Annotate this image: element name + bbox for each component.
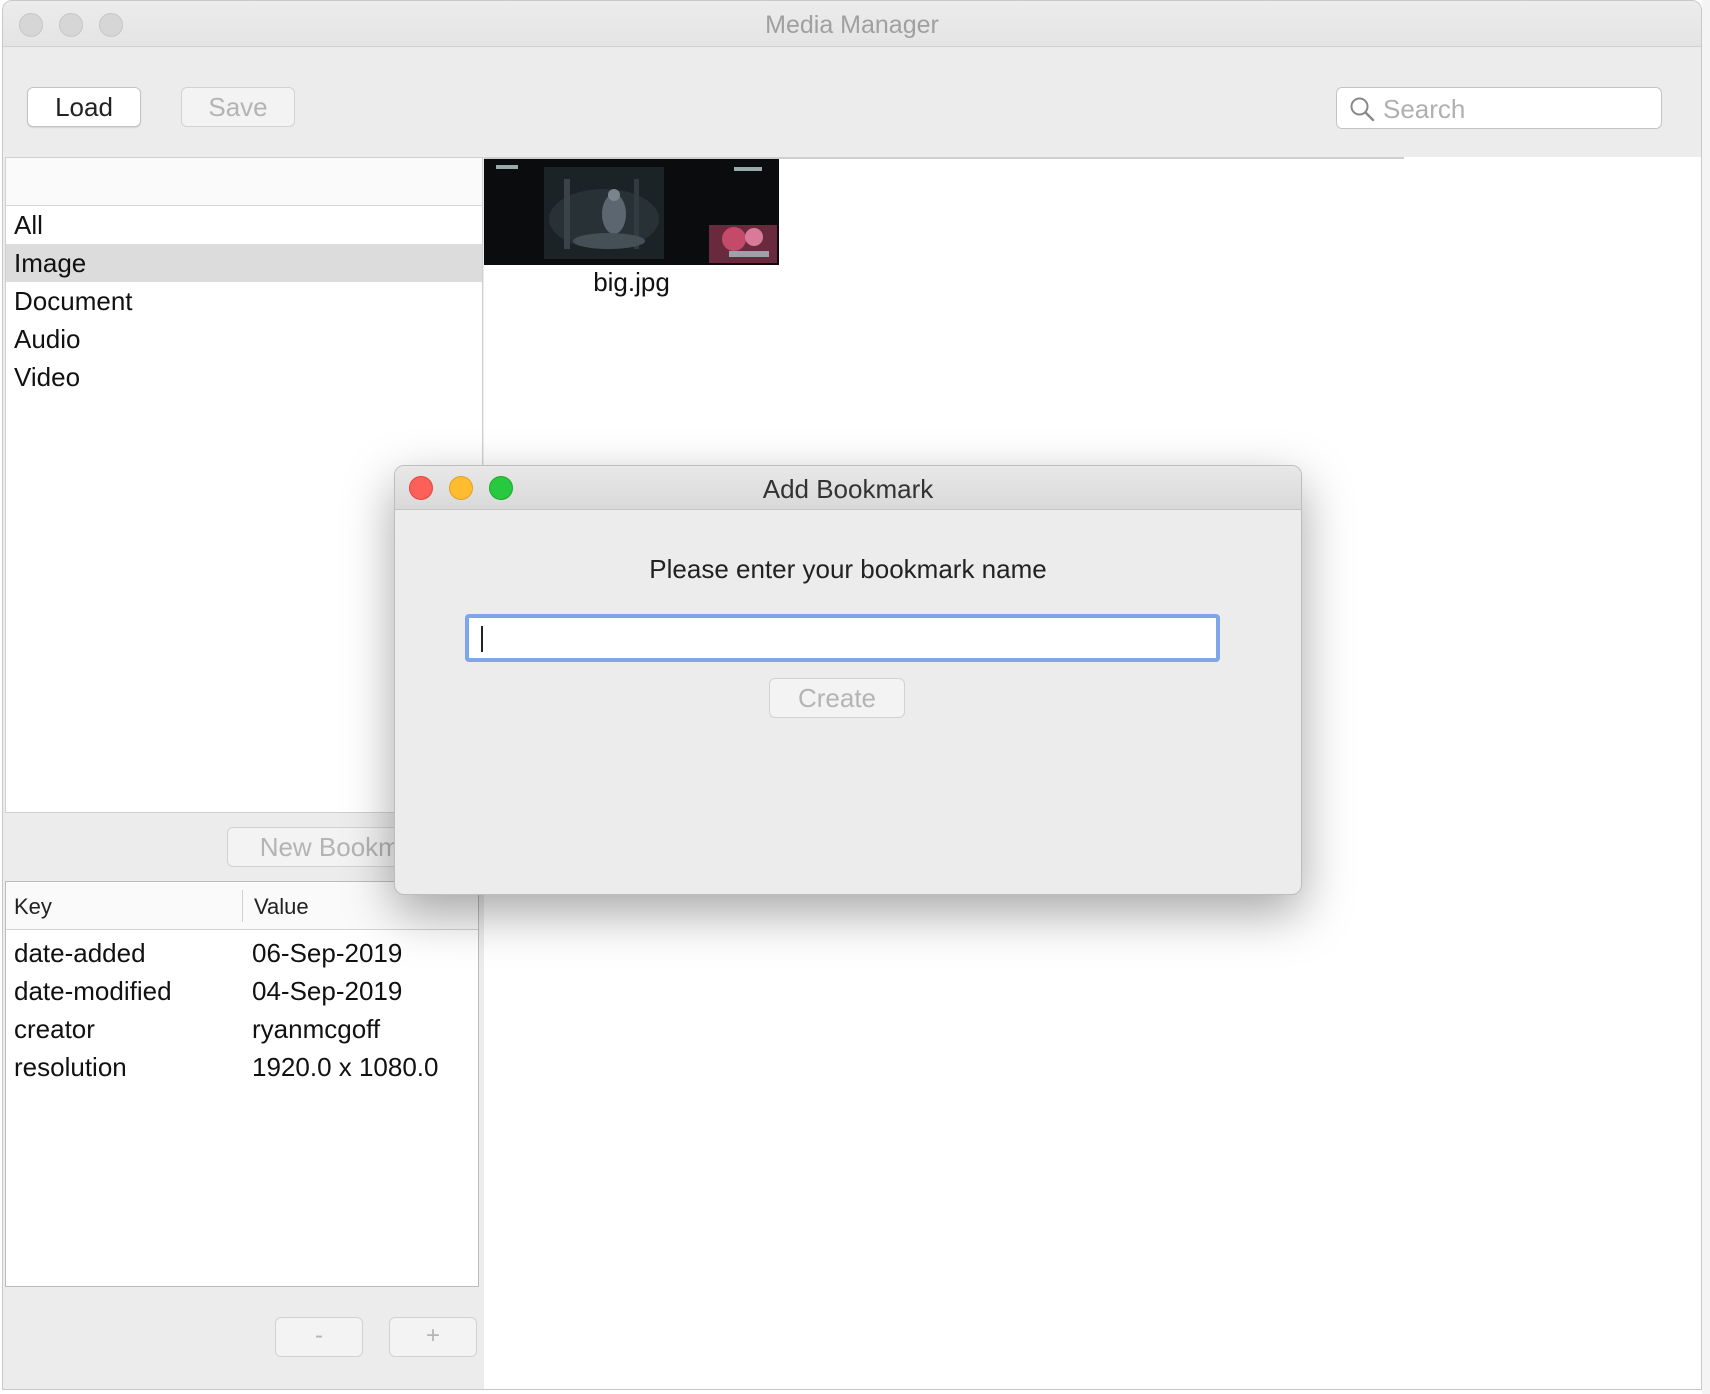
dialog-title: Add Bookmark (762, 474, 934, 504)
create-button[interactable]: Create (769, 678, 905, 718)
properties-table: Key Value date-added 06-Sep-2019 date-modi… (5, 881, 479, 1287)
text-caret (481, 626, 483, 652)
table-row[interactable]: creator ryanmcgoff (6, 1010, 478, 1048)
table-row[interactable]: date-modified 04-Sep-2019 (6, 972, 478, 1010)
property-value: 06-Sep-2019 (252, 938, 403, 968)
search-placeholder: Search (1383, 94, 1466, 124)
property-key: creator (14, 1014, 95, 1044)
thumbnail-image-icon (484, 159, 779, 265)
table-row[interactable]: date-added 06-Sep-2019 (6, 934, 478, 972)
property-key: resolution (14, 1052, 127, 1082)
category-item-document[interactable]: Document (6, 282, 482, 320)
dialog-prompt: Please enter your bookmark name (649, 554, 1047, 584)
window-title: Media Manager (765, 11, 939, 39)
property-value: ryanmcgoff (252, 1014, 381, 1044)
search-field[interactable]: Search (1336, 87, 1662, 129)
dialog-titlebar: Add Bookmark (395, 466, 1301, 510)
category-item-video[interactable]: Video (6, 358, 482, 396)
category-item-image[interactable]: Image (6, 244, 482, 282)
toolbar: Load Save Search (3, 47, 1701, 157)
column-header-value[interactable]: Value (254, 894, 309, 920)
titlebar: Media Manager (3, 1, 1701, 47)
category-item-audio[interactable]: Audio (6, 320, 482, 358)
property-value: 1920.0 x 1080.0 (252, 1052, 439, 1082)
property-key: date-modified (14, 976, 172, 1006)
load-button[interactable]: Load (27, 87, 141, 127)
table-row[interactable]: resolution 1920.0 x 1080.0 (6, 1048, 478, 1086)
remove-property-button[interactable]: - (275, 1317, 363, 1357)
add-property-button[interactable]: + (389, 1317, 477, 1357)
column-header-key[interactable]: Key (14, 894, 52, 920)
save-button[interactable]: Save (181, 87, 295, 127)
search-icon (1350, 97, 1375, 122)
background-window-edge (1702, 0, 1710, 1394)
category-item-all[interactable]: All (6, 206, 482, 244)
column-divider[interactable] (242, 890, 243, 922)
image-thumbnail[interactable] (484, 159, 779, 265)
property-value: 04-Sep-2019 (252, 976, 403, 1006)
add-bookmark-dialog: Add Bookmark Please enter your bookmark … (394, 465, 1302, 895)
media-filename: big.jpg (593, 267, 670, 297)
category-list-header (6, 158, 482, 206)
property-key: date-added (14, 938, 146, 968)
bookmark-name-input[interactable] (465, 614, 1220, 662)
